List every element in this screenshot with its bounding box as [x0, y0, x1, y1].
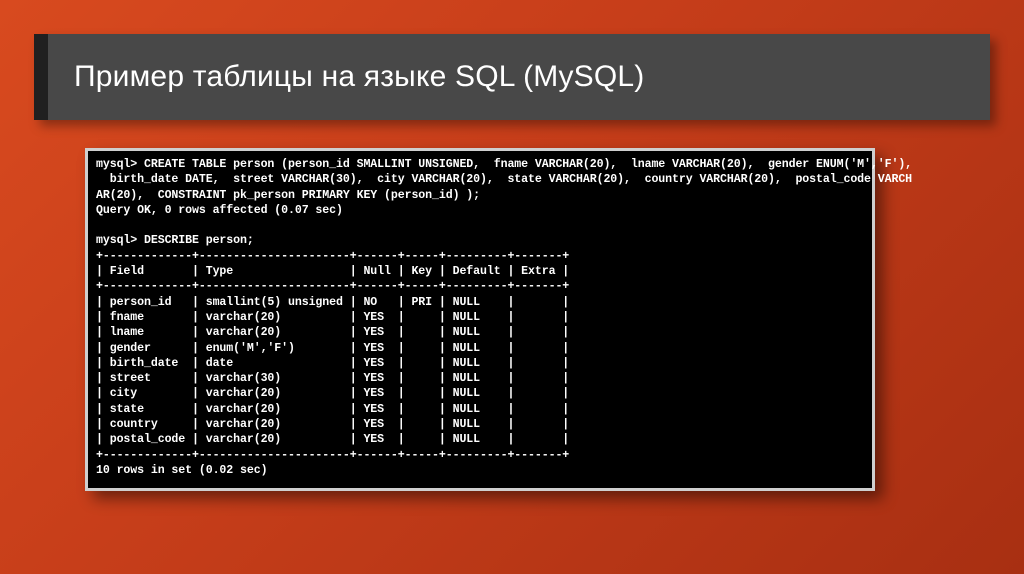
slide-title: Пример таблицы на языке SQL (MySQL) [74, 60, 644, 94]
slide-title-bar: Пример таблицы на языке SQL (MySQL) [34, 34, 990, 120]
terminal-window: mysql> CREATE TABLE person (person_id SM… [85, 148, 875, 491]
terminal-output: mysql> CREATE TABLE person (person_id SM… [96, 157, 864, 478]
